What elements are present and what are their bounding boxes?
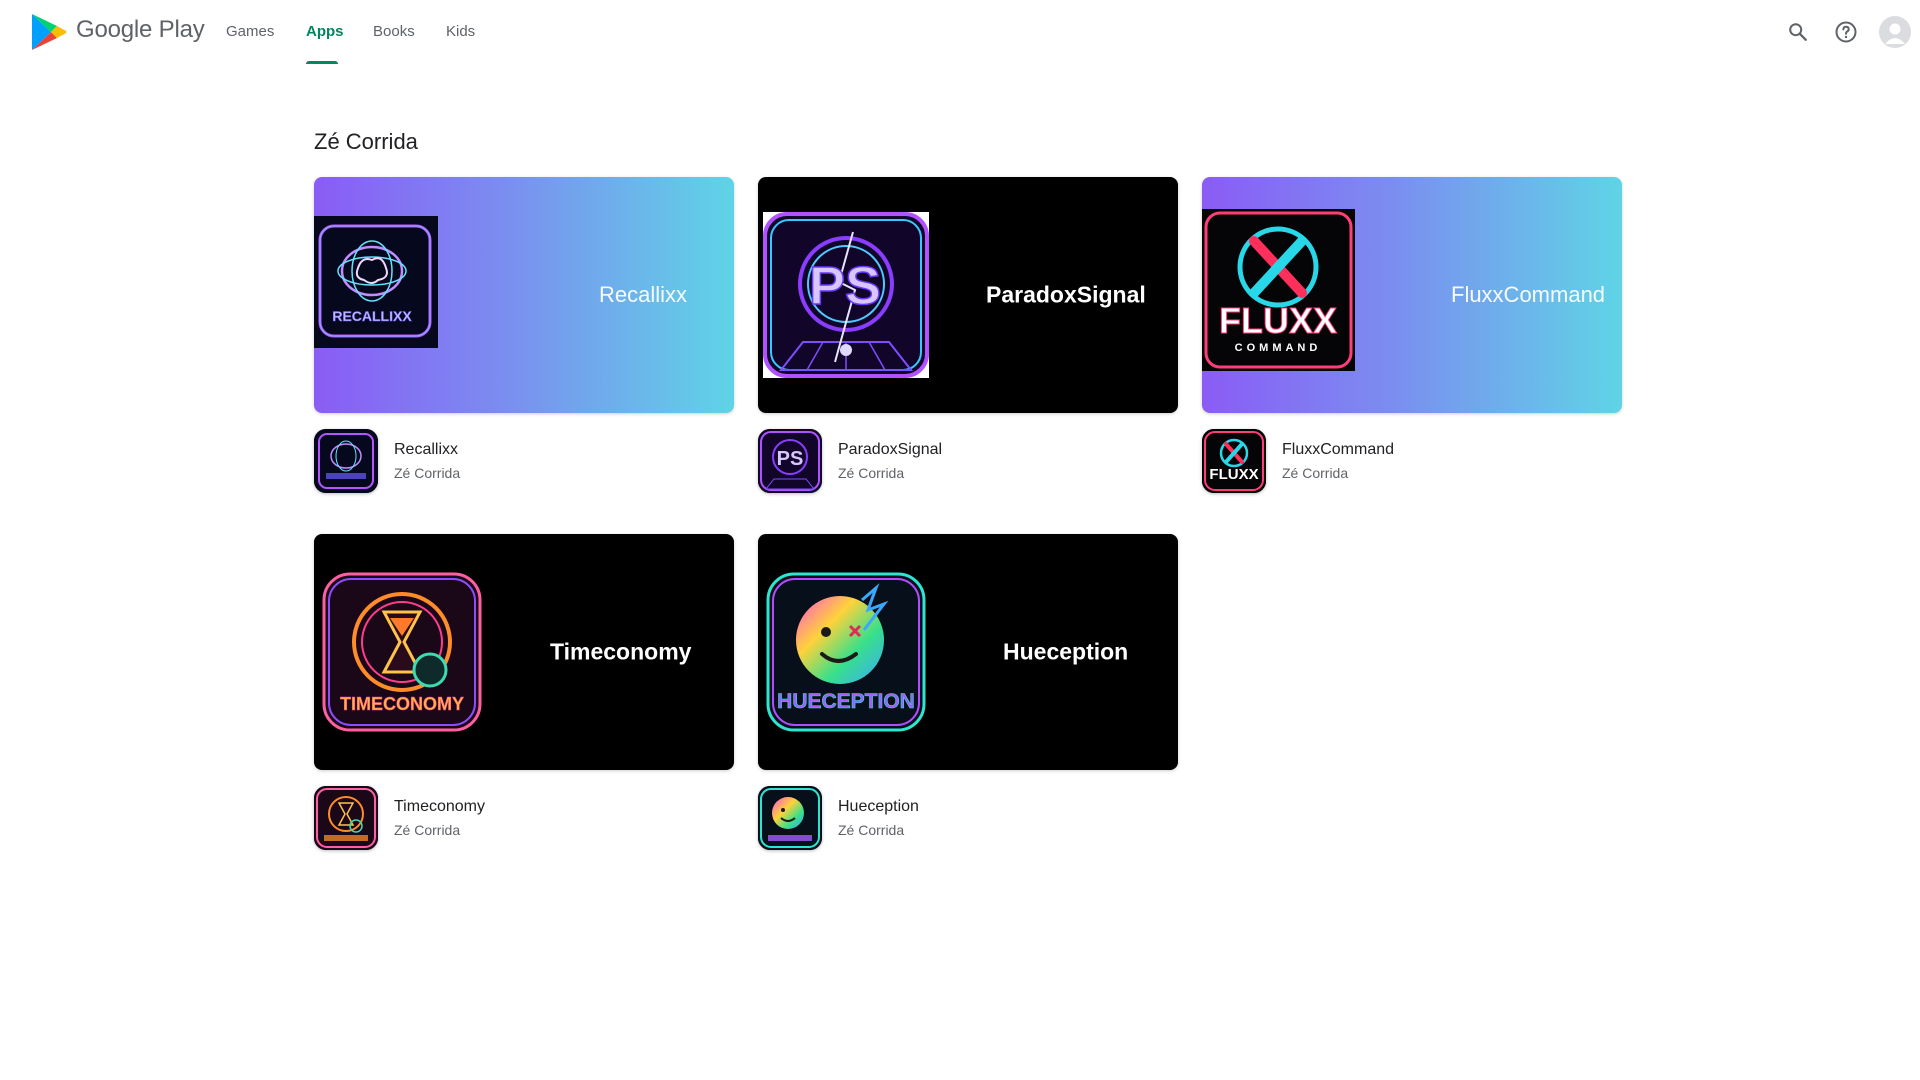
timeconomy-logo-text: TIMECONOMY: [340, 694, 464, 714]
recallixx-logo-text: RECALLIXX: [332, 308, 412, 324]
app-name[interactable]: FluxxCommand: [1282, 441, 1394, 459]
timeconomy-app-icon[interactable]: [314, 786, 378, 850]
nav-apps[interactable]: Apps: [306, 23, 344, 40]
app-card-recallixx[interactable]: RECALLIXX Recallixx Recallixx Zé Corrida: [314, 177, 734, 517]
app-banner[interactable]: FLUXX COMMAND FluxxCommand: [1202, 177, 1622, 413]
fluxx-logo-text: FLUXX: [1219, 300, 1337, 341]
app-card-fluxxcommand[interactable]: FLUXX COMMAND FluxxCommand FLUXX FluxxCo…: [1202, 177, 1622, 517]
app-developer[interactable]: Zé Corrida: [394, 822, 460, 838]
app-banner[interactable]: TIMECONOMY Timeconomy: [314, 534, 734, 770]
fluxxcommand-app-icon[interactable]: FLUXX: [1202, 429, 1266, 493]
google-play-logo-icon[interactable]: [31, 13, 67, 51]
nav-active-indicator: [306, 61, 338, 64]
command-logo-text: COMMAND: [1235, 342, 1322, 354]
banner-title: ParadoxSignal: [986, 281, 1146, 308]
app-name[interactable]: Recallixx: [394, 441, 458, 459]
banner-title: FluxxCommand: [1451, 282, 1606, 307]
recallixx-banner-icon: RECALLIXX: [314, 216, 438, 348]
search-icon[interactable]: [1783, 17, 1813, 47]
nav-games[interactable]: Games: [226, 23, 274, 40]
banner-title: Recallixx: [599, 282, 688, 307]
app-card-paradoxsignal[interactable]: PS ParadoxSignal PS ParadoxSignal Zé Cor…: [758, 177, 1178, 517]
fluxxcommand-banner-icon: FLUXX COMMAND: [1202, 209, 1355, 371]
app-card-hueception[interactable]: HUECEPTION Hueception Hueception Zé Corr…: [758, 534, 1178, 874]
app-developer[interactable]: Zé Corrida: [838, 822, 904, 838]
app-name[interactable]: Hueception: [838, 798, 919, 816]
paradoxsignal-app-icon[interactable]: PS: [758, 429, 822, 493]
hueception-app-icon[interactable]: [758, 786, 822, 850]
hueception-logo-text: HUECEPTION: [777, 690, 915, 713]
app-name[interactable]: Timeconomy: [394, 798, 485, 816]
hueception-banner-icon: HUECEPTION: [764, 570, 928, 734]
paradoxsignal-logo-text: PS: [809, 256, 881, 316]
app-developer[interactable]: Zé Corrida: [1282, 465, 1348, 481]
timeconomy-banner-icon: TIMECONOMY: [320, 570, 484, 734]
top-app-bar: Google Play Games Apps Books Kids: [0, 0, 1920, 64]
paradoxsignal-banner-icon: PS: [763, 212, 929, 378]
nav-books[interactable]: Books: [373, 23, 415, 40]
nav-kids[interactable]: Kids: [446, 23, 475, 40]
help-icon[interactable]: [1831, 17, 1861, 47]
app-card-timeconomy[interactable]: TIMECONOMY Timeconomy Timeconomy Zé Corr…: [314, 534, 734, 874]
brand-name[interactable]: Google Play: [76, 16, 205, 44]
app-developer[interactable]: Zé Corrida: [394, 465, 460, 481]
banner-title: Hueception: [1003, 638, 1129, 665]
developer-title: Zé Corrida: [314, 129, 418, 154]
recallixx-app-icon[interactable]: [314, 429, 378, 493]
app-developer[interactable]: Zé Corrida: [838, 465, 904, 481]
fluxx-icon-text: FLUXX: [1209, 466, 1258, 483]
ps-icon-text: PS: [777, 448, 804, 470]
app-banner[interactable]: HUECEPTION Hueception: [758, 534, 1178, 770]
app-name[interactable]: ParadoxSignal: [838, 441, 942, 459]
app-banner[interactable]: RECALLIXX Recallixx: [314, 177, 734, 413]
app-banner[interactable]: PS ParadoxSignal: [758, 177, 1178, 413]
account-avatar[interactable]: [1879, 16, 1911, 48]
banner-title: Timeconomy: [550, 638, 692, 665]
